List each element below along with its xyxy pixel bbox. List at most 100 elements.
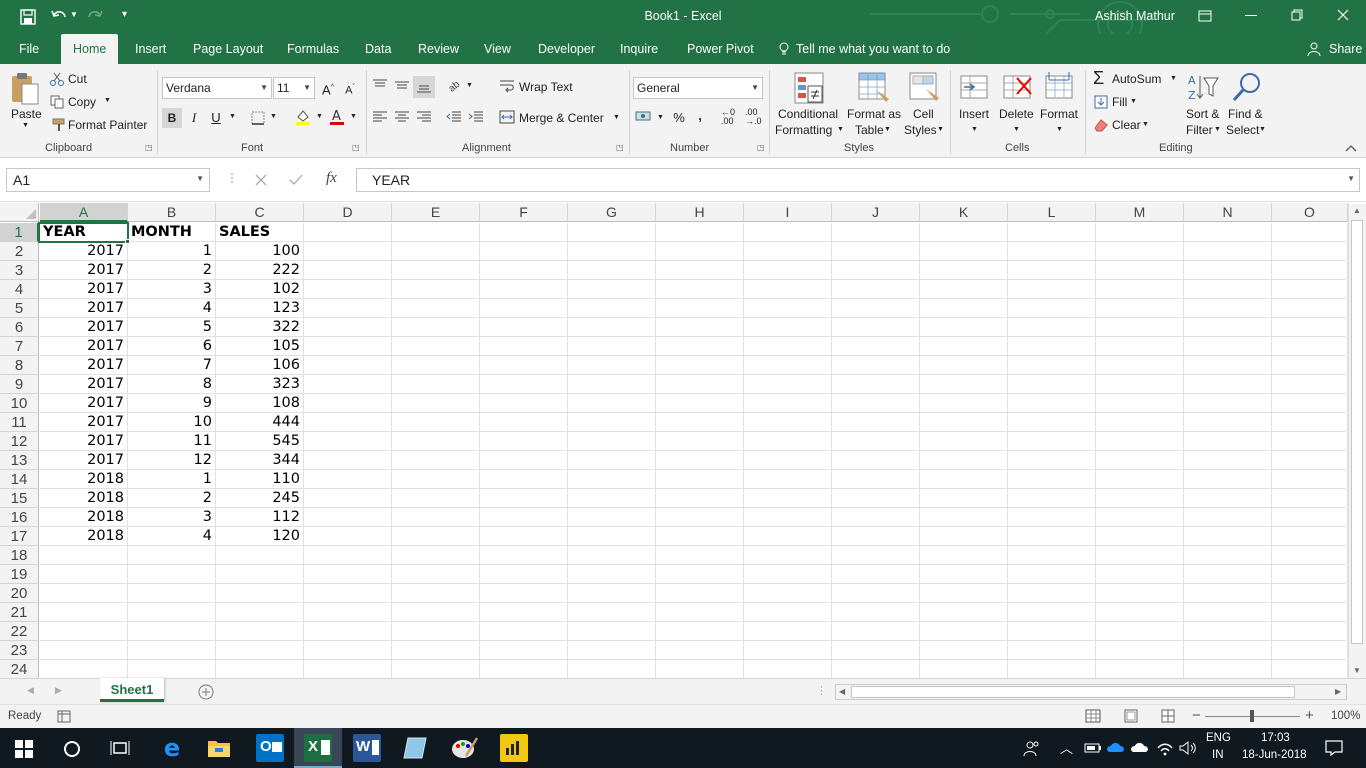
copy-icon[interactable] — [50, 95, 64, 109]
row-header-5[interactable]: 5 — [0, 299, 39, 318]
format-as-table-label-2[interactable]: Table — [855, 123, 884, 137]
table-cell[interactable]: 10 — [128, 413, 216, 432]
number-format-select[interactable]: General ▼ — [633, 77, 763, 99]
table-cell[interactable]: 105 — [216, 337, 304, 356]
zoom-in-button[interactable]: + — [1305, 707, 1314, 724]
table-cell[interactable]: 2017 — [40, 299, 128, 318]
column-header-J[interactable]: J — [832, 203, 920, 222]
action-center-icon[interactable] — [1325, 740, 1343, 756]
conditional-formatting-dropdown-icon[interactable]: ▼ — [837, 126, 844, 133]
table-cell[interactable]: 322 — [216, 318, 304, 337]
orientation-icon[interactable]: ab — [447, 78, 463, 92]
decrease-decimal-icon[interactable]: .00 →.0 — [745, 108, 762, 126]
macro-record-icon[interactable] — [57, 710, 71, 723]
table-cell[interactable]: 2018 — [40, 489, 128, 508]
page-layout-view-icon[interactable] — [1124, 709, 1138, 723]
table-cell[interactable]: 2017 — [40, 413, 128, 432]
increase-decimal-icon[interactable]: ←0.00 — [721, 108, 735, 126]
table-cell[interactable]: 120 — [216, 527, 304, 546]
table-cell[interactable]: 2017 — [40, 242, 128, 261]
excel-icon[interactable]: X — [304, 734, 332, 762]
table-cell[interactable]: 108 — [216, 394, 304, 413]
table-cell[interactable]: 2018 — [40, 527, 128, 546]
tab-review[interactable]: Review — [418, 34, 459, 64]
minimize-icon[interactable] — [1245, 15, 1257, 17]
autosum-label[interactable]: AutoSum — [1112, 72, 1161, 86]
increase-indent-icon[interactable] — [468, 110, 484, 124]
grow-font-icon[interactable]: A^ — [318, 78, 338, 98]
table-cell[interactable]: 2017 — [40, 394, 128, 413]
normal-view-icon[interactable] — [1085, 709, 1101, 723]
row-header-10[interactable]: 10 — [0, 394, 39, 413]
borders-icon[interactable] — [251, 111, 265, 125]
table-cell[interactable]: 2017 — [40, 451, 128, 470]
table-cell[interactable]: 102 — [216, 280, 304, 299]
power-bi-icon[interactable] — [500, 734, 528, 762]
vertical-scrollbar[interactable]: ▲ ▼ — [1348, 204, 1366, 678]
collapse-ribbon-icon[interactable] — [1345, 144, 1357, 152]
select-all-corner[interactable] — [0, 203, 39, 222]
table-cell[interactable]: 2 — [128, 261, 216, 280]
table-cell[interactable]: 112 — [216, 508, 304, 527]
row-header-9[interactable]: 9 — [0, 375, 39, 394]
clock-date[interactable]: 18-Jun-2018 — [1242, 749, 1307, 761]
row-header-8[interactable]: 8 — [0, 356, 39, 375]
sort-filter-label-2[interactable]: Filter — [1186, 123, 1213, 137]
page-break-view-icon[interactable] — [1161, 709, 1175, 723]
column-header-H[interactable]: H — [656, 203, 744, 222]
format-cells-icon[interactable] — [1045, 72, 1075, 104]
insert-cells-icon[interactable] — [960, 72, 990, 104]
column-header-D[interactable]: D — [304, 203, 392, 222]
column-header-N[interactable]: N — [1184, 203, 1272, 222]
format-cells-label[interactable]: Format — [1040, 107, 1078, 121]
table-cell[interactable]: 2017 — [40, 318, 128, 337]
table-cell[interactable]: 2017 — [40, 337, 128, 356]
delete-cells-icon[interactable] — [1003, 72, 1033, 104]
percent-style-button[interactable]: % — [669, 108, 689, 128]
italic-button[interactable]: I — [184, 108, 204, 128]
column-header-F[interactable]: F — [480, 203, 568, 222]
tell-me-box[interactable]: Tell me what you want to do — [796, 34, 950, 64]
table-cell[interactable]: 7 — [128, 356, 216, 375]
conditional-formatting-label-1[interactable]: Conditional — [778, 107, 838, 121]
table-cell[interactable]: 2018 — [40, 470, 128, 489]
autosum-icon[interactable]: Σ — [1093, 69, 1104, 87]
fill-icon[interactable] — [1094, 95, 1108, 109]
file-explorer-icon[interactable] — [207, 738, 231, 758]
wrap-text-label[interactable]: Wrap Text — [519, 80, 573, 94]
onedrive-blue-icon[interactable] — [1106, 741, 1126, 753]
tab-page-layout[interactable]: Page Layout — [193, 34, 263, 64]
row-header-3[interactable]: 3 — [0, 261, 39, 280]
table-cell[interactable]: 2 — [128, 489, 216, 508]
fill-dropdown-icon[interactable]: ▼ — [1130, 98, 1137, 105]
conditional-formatting-label-2[interactable]: Formatting — [775, 123, 832, 137]
decrease-indent-icon[interactable] — [446, 110, 462, 124]
row-header-22[interactable]: 22 — [0, 622, 39, 641]
format-painter-label[interactable]: Format Painter — [68, 118, 147, 132]
bold-button[interactable]: B — [162, 108, 182, 128]
row-header-21[interactable]: 21 — [0, 603, 39, 622]
sort-filter-label-1[interactable]: Sort & — [1186, 107, 1219, 121]
table-cell[interactable]: 100 — [216, 242, 304, 261]
people-icon[interactable] — [1023, 740, 1041, 758]
format-as-table-icon[interactable] — [858, 72, 890, 104]
tab-view[interactable]: View — [484, 34, 511, 64]
clipboard-launcher-icon[interactable]: ◳ — [145, 143, 153, 152]
column-header-M[interactable]: M — [1096, 203, 1184, 222]
fill-color-dropdown-icon[interactable]: ▼ — [316, 113, 323, 120]
wifi-icon[interactable] — [1156, 740, 1174, 756]
row-header-19[interactable]: 19 — [0, 565, 39, 584]
sheet-tab-sheet1[interactable]: Sheet1 — [100, 678, 164, 702]
column-header-G[interactable]: G — [568, 203, 656, 222]
paint-icon[interactable] — [450, 736, 478, 760]
column-header-A[interactable]: A — [40, 203, 128, 222]
merge-dropdown-icon[interactable]: ▼ — [613, 114, 620, 121]
table-cell[interactable]: 8 — [128, 375, 216, 394]
cancel-entry-icon[interactable] — [255, 174, 267, 186]
table-cell[interactable]: 2017 — [40, 280, 128, 299]
tab-inquire[interactable]: Inquire — [620, 34, 658, 64]
restore-icon[interactable] — [1291, 9, 1303, 21]
show-hidden-icons-icon[interactable]: ︿ — [1060, 738, 1073, 757]
fill-handle[interactable] — [125, 239, 130, 244]
number-launcher-icon[interactable]: ◳ — [757, 143, 765, 152]
